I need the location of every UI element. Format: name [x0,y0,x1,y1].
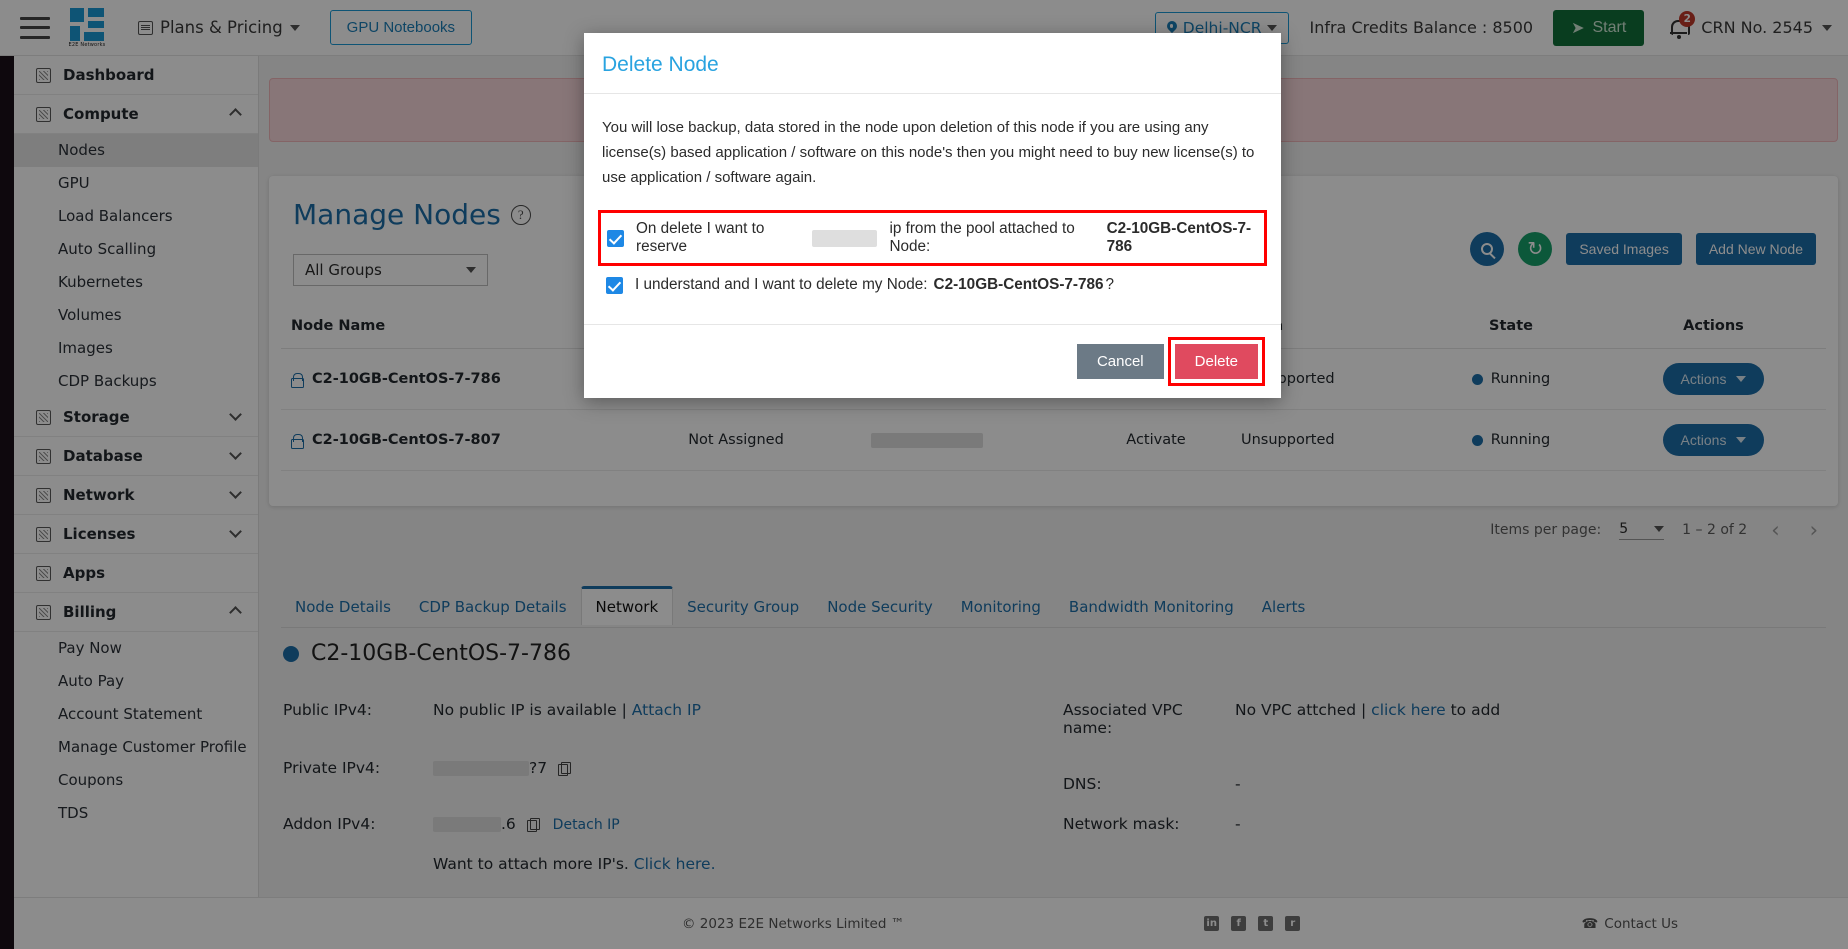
confirm-delete-suffix: ? [1105,276,1115,294]
delete-button-highlight: Delete [1167,337,1265,387]
confirm-delete-prefix: I understand and I want to delete my Nod… [635,276,928,294]
reserve-ip-node-name: C2-10GB-CentOS-7-786 [1106,220,1252,256]
reserve-ip-suffix: ip from the pool attached to Node: [889,220,1075,256]
modal-header: Delete Node [584,33,1281,94]
redacted-ip-count [811,229,878,247]
delete-node-modal: Delete Node You will lose backup, data s… [584,33,1281,399]
delete-button[interactable]: Delete [1174,344,1258,380]
confirm-delete-checkbox[interactable] [606,276,623,294]
confirm-delete-node-name: C2-10GB-CentOS-7-786 [933,276,1104,294]
reserve-ip-prefix: On delete I want to reserve [636,220,765,256]
confirm-delete-checkbox-row[interactable]: I understand and I want to delete my Nod… [602,270,1263,300]
modal-body: You will lose backup, data stored in the… [584,94,1281,306]
modal-footer: Cancel Delete [584,324,1281,398]
modal-warning-text: You will lose backup, data stored in the… [602,119,1255,186]
reserve-ip-checkbox[interactable] [607,229,624,247]
modal-title: Delete Node [602,53,719,76]
cancel-button[interactable]: Cancel [1076,344,1164,380]
reserve-ip-checkbox-row[interactable]: On delete I want to reserve ip from the … [598,210,1267,267]
